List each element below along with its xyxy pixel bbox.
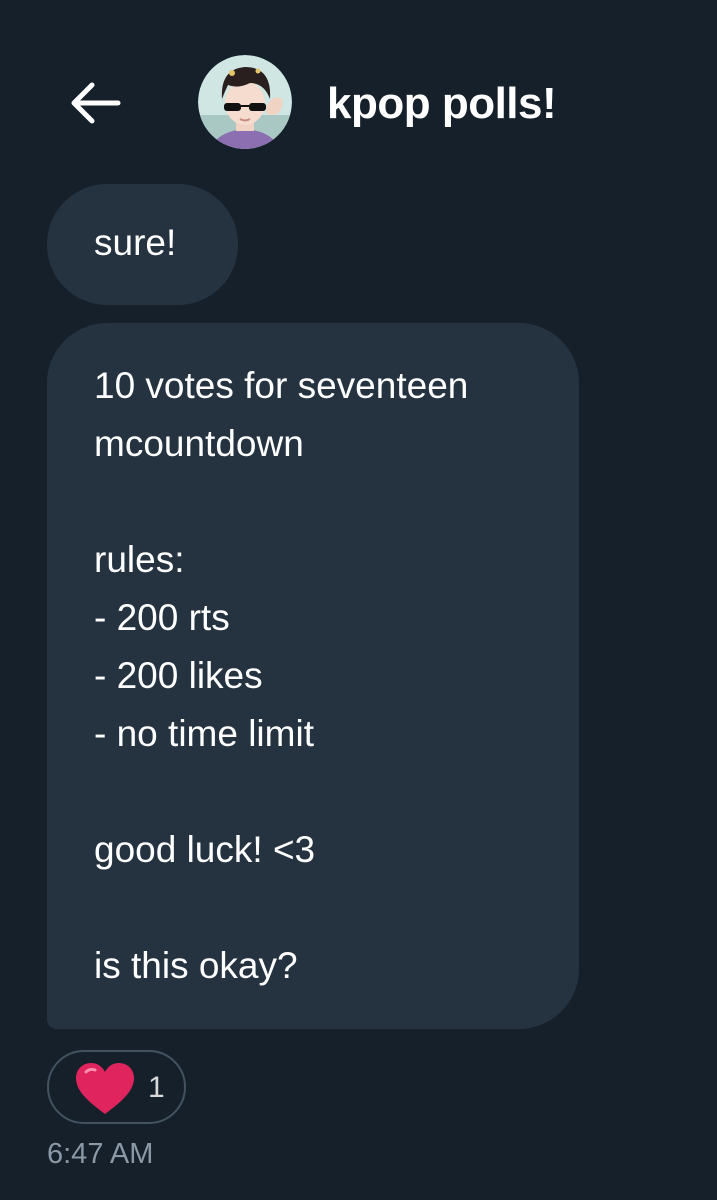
reaction-pill[interactable]: 1 xyxy=(47,1050,186,1124)
reaction-count: 1 xyxy=(148,1071,165,1104)
message-text: - 200 rts xyxy=(94,597,230,638)
conversation-title: kpop polls! xyxy=(327,79,557,128)
message-text: rules: xyxy=(94,539,185,580)
heart-icon xyxy=(76,1063,134,1114)
message-text: - no time limit xyxy=(94,713,314,754)
avatar[interactable] xyxy=(198,55,292,149)
message-bubble[interactable]: sure! xyxy=(47,184,238,305)
message-text: good luck! <3 xyxy=(94,829,316,870)
message-text: - 200 likes xyxy=(94,655,263,696)
arrow-left-icon xyxy=(71,82,121,124)
back-button[interactable] xyxy=(62,74,126,132)
conversation-header: kpop polls! xyxy=(0,0,717,175)
message-bubble[interactable]: 10 votes for seventeen mcountdown rules:… xyxy=(47,323,579,1029)
message-text: is this okay? xyxy=(94,945,298,986)
message-text: sure! xyxy=(94,222,177,263)
message-text: 10 votes for seventeen xyxy=(94,365,469,406)
message-timestamp: 6:47 AM xyxy=(47,1138,154,1170)
avatar-photo xyxy=(198,55,292,149)
message-text: mcountdown xyxy=(94,423,304,464)
